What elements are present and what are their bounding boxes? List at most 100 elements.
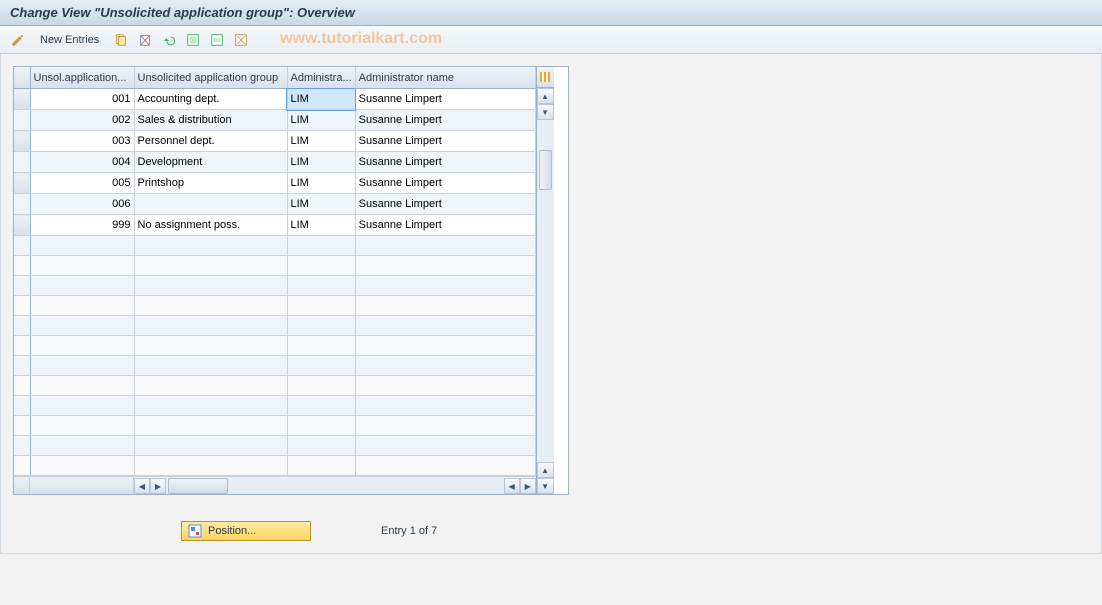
row-handle[interactable] bbox=[14, 416, 30, 436]
cell-code[interactable]: 001 bbox=[30, 89, 134, 110]
cell-admin[interactable]: LIM bbox=[287, 131, 355, 152]
table-row[interactable]: 002Sales & distributionLIMSusanne Limper… bbox=[14, 110, 535, 131]
table-row-empty[interactable] bbox=[14, 396, 535, 416]
table-row[interactable]: 006 LIMSusanne Limpert bbox=[14, 194, 535, 215]
table-row[interactable]: 999No assignment poss.LIMSusanne Limpert bbox=[14, 215, 535, 236]
table-row-empty[interactable] bbox=[14, 376, 535, 396]
table-row-empty[interactable] bbox=[14, 236, 535, 256]
cell-name[interactable]: Susanne Limpert bbox=[355, 131, 535, 152]
hscroll-right-icon[interactable]: ◀ bbox=[504, 478, 520, 494]
row-handle[interactable] bbox=[14, 152, 30, 173]
row-handle[interactable] bbox=[14, 256, 30, 276]
toggle-display-change-icon[interactable] bbox=[8, 30, 28, 50]
cell-admin[interactable]: LIM bbox=[287, 152, 355, 173]
cell-code[interactable]: 004 bbox=[30, 152, 134, 173]
vscroll-pgdn-icon[interactable]: ▲ bbox=[537, 462, 554, 478]
vscroll-thumb[interactable] bbox=[539, 150, 552, 190]
cell-group[interactable]: No assignment poss. bbox=[134, 215, 287, 236]
table-row-empty[interactable] bbox=[14, 456, 535, 476]
table-row[interactable]: 003Personnel dept.LIMSusanne Limpert bbox=[14, 131, 535, 152]
row-handle[interactable] bbox=[14, 316, 30, 336]
col-header-admin[interactable]: Administra... bbox=[287, 68, 355, 89]
row-handle[interactable] bbox=[14, 356, 30, 376]
select-block-icon[interactable] bbox=[207, 30, 227, 50]
cell-code[interactable]: 999 bbox=[30, 215, 134, 236]
vscroll-down-icon[interactable]: ▼ bbox=[537, 478, 554, 494]
vscroll-pgup-icon[interactable]: ▼ bbox=[537, 104, 554, 120]
table-row-empty[interactable] bbox=[14, 356, 535, 376]
row-handle[interactable] bbox=[14, 194, 30, 215]
col-header-group[interactable]: Unsolicited application group bbox=[134, 68, 287, 89]
cell-name[interactable]: Susanne Limpert bbox=[355, 194, 535, 215]
cell-group[interactable]: Personnel dept. bbox=[134, 131, 287, 152]
cell-code[interactable]: 006 bbox=[30, 194, 134, 215]
row-handle[interactable] bbox=[14, 296, 30, 316]
cell-admin[interactable]: LIM bbox=[287, 89, 355, 110]
row-handle[interactable] bbox=[14, 110, 30, 131]
table-row-empty[interactable] bbox=[14, 336, 535, 356]
vscroll-track[interactable] bbox=[537, 120, 554, 462]
toolbar: New Entries www.tutorialkart.com bbox=[0, 26, 1102, 54]
cell-code[interactable]: 003 bbox=[30, 131, 134, 152]
position-button[interactable]: Position... bbox=[181, 521, 311, 541]
cell-group[interactable]: Accounting dept. bbox=[134, 89, 287, 110]
hscroll-track[interactable] bbox=[166, 478, 504, 494]
table-row[interactable]: 001Accounting dept.LIMSusanne Limpert bbox=[14, 89, 535, 110]
copy-as-icon[interactable] bbox=[111, 30, 131, 50]
position-button-label: Position... bbox=[208, 525, 256, 537]
row-handle[interactable] bbox=[14, 131, 30, 152]
table-row-empty[interactable] bbox=[14, 436, 535, 456]
cell-admin[interactable]: LIM bbox=[287, 215, 355, 236]
row-handle[interactable] bbox=[14, 89, 30, 110]
row-handle[interactable] bbox=[14, 173, 30, 194]
deselect-all-icon[interactable] bbox=[231, 30, 251, 50]
select-all-icon[interactable] bbox=[183, 30, 203, 50]
table-side-column: ▲ ▼ ▲ ▼ bbox=[536, 67, 554, 494]
row-handle[interactable] bbox=[14, 236, 30, 256]
hscroll-right-end-icon[interactable]: ▶ bbox=[520, 478, 536, 494]
cell-name[interactable]: Susanne Limpert bbox=[355, 215, 535, 236]
row-handle[interactable] bbox=[14, 396, 30, 416]
col-header-name[interactable]: Administrator name bbox=[355, 68, 535, 89]
new-entries-button[interactable]: New Entries bbox=[32, 30, 107, 50]
content-area: Unsol.application... Unsolicited applica… bbox=[5, 58, 1097, 549]
vscroll-up-icon[interactable]: ▲ bbox=[537, 88, 554, 104]
cell-code[interactable]: 002 bbox=[30, 110, 134, 131]
cell-name[interactable]: Susanne Limpert bbox=[355, 89, 535, 110]
table-row-empty[interactable] bbox=[14, 416, 535, 436]
table-row-empty[interactable] bbox=[14, 316, 535, 336]
cell-group[interactable]: Sales & distribution bbox=[134, 110, 287, 131]
row-handle[interactable] bbox=[14, 336, 30, 356]
page-title: Change View "Unsolicited application gro… bbox=[10, 5, 355, 20]
row-select-header[interactable] bbox=[14, 68, 30, 89]
row-handle[interactable] bbox=[14, 276, 30, 296]
cell-group[interactable]: Printshop bbox=[134, 173, 287, 194]
table-settings-icon[interactable] bbox=[537, 67, 554, 88]
row-handle[interactable] bbox=[14, 436, 30, 456]
cell-name[interactable]: Susanne Limpert bbox=[355, 110, 535, 131]
hscroll-left-start-icon[interactable]: ◀ bbox=[134, 478, 150, 494]
cell-group[interactable] bbox=[134, 194, 287, 215]
delete-icon[interactable] bbox=[135, 30, 155, 50]
hscroll-left-icon[interactable]: ▶ bbox=[150, 478, 166, 494]
cell-admin[interactable]: LIM bbox=[287, 194, 355, 215]
cell-admin[interactable]: LIM bbox=[287, 110, 355, 131]
cell-code[interactable]: 005 bbox=[30, 173, 134, 194]
row-handle[interactable] bbox=[14, 456, 30, 476]
table-row[interactable]: 004DevelopmentLIMSusanne Limpert bbox=[14, 152, 535, 173]
row-handle[interactable] bbox=[14, 215, 30, 236]
table-row-empty[interactable] bbox=[14, 256, 535, 276]
cell-name[interactable]: Susanne Limpert bbox=[355, 152, 535, 173]
cell-admin[interactable]: LIM bbox=[287, 173, 355, 194]
table-header-row: Unsol.application... Unsolicited applica… bbox=[14, 68, 535, 89]
table-row-empty[interactable] bbox=[14, 296, 535, 316]
cell-group[interactable]: Development bbox=[134, 152, 287, 173]
table-row-empty[interactable] bbox=[14, 276, 535, 296]
row-handle[interactable] bbox=[14, 376, 30, 396]
title-bar: Change View "Unsolicited application gro… bbox=[0, 0, 1102, 26]
hscroll-thumb[interactable] bbox=[168, 478, 228, 494]
undo-icon[interactable] bbox=[159, 30, 179, 50]
cell-name[interactable]: Susanne Limpert bbox=[355, 173, 535, 194]
col-header-code[interactable]: Unsol.application... bbox=[30, 68, 134, 89]
table-row[interactable]: 005PrintshopLIMSusanne Limpert bbox=[14, 173, 535, 194]
